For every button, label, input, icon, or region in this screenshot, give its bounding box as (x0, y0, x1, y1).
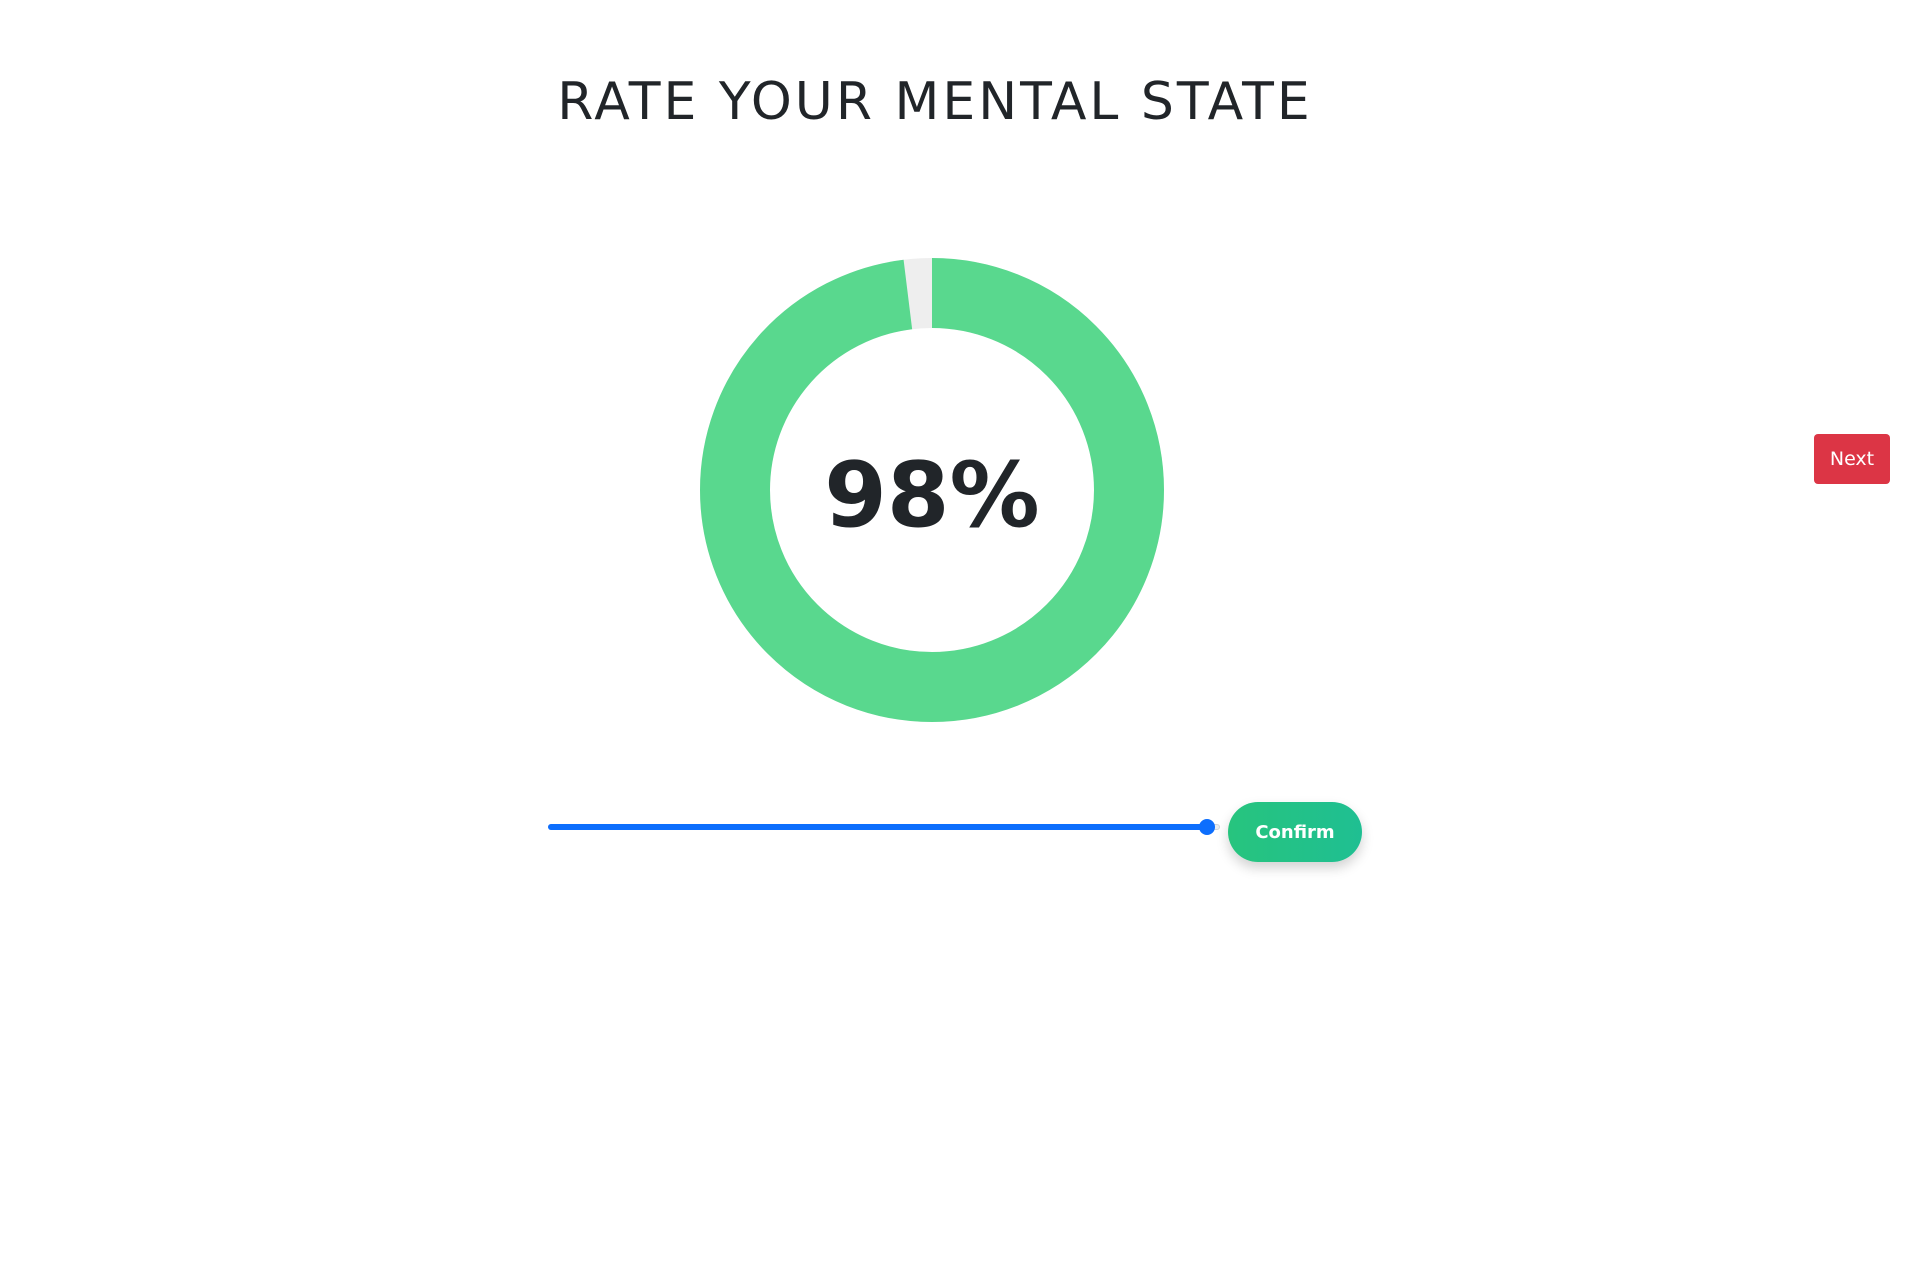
mental-state-gauge: 98% (700, 258, 1164, 722)
page-title: RATE YOUR MENTAL STATE (557, 72, 1313, 132)
slider-fill (548, 824, 1207, 830)
rating-slider[interactable] (548, 816, 1220, 838)
next-button[interactable]: Next (1814, 434, 1890, 484)
slider-thumb[interactable] (1198, 819, 1215, 835)
gauge-percent-label: 98% (824, 442, 1040, 548)
page: RATE YOUR MENTAL STATE 98% Confirm Next (0, 0, 1914, 1273)
confirm-button[interactable]: Confirm (1228, 802, 1362, 862)
